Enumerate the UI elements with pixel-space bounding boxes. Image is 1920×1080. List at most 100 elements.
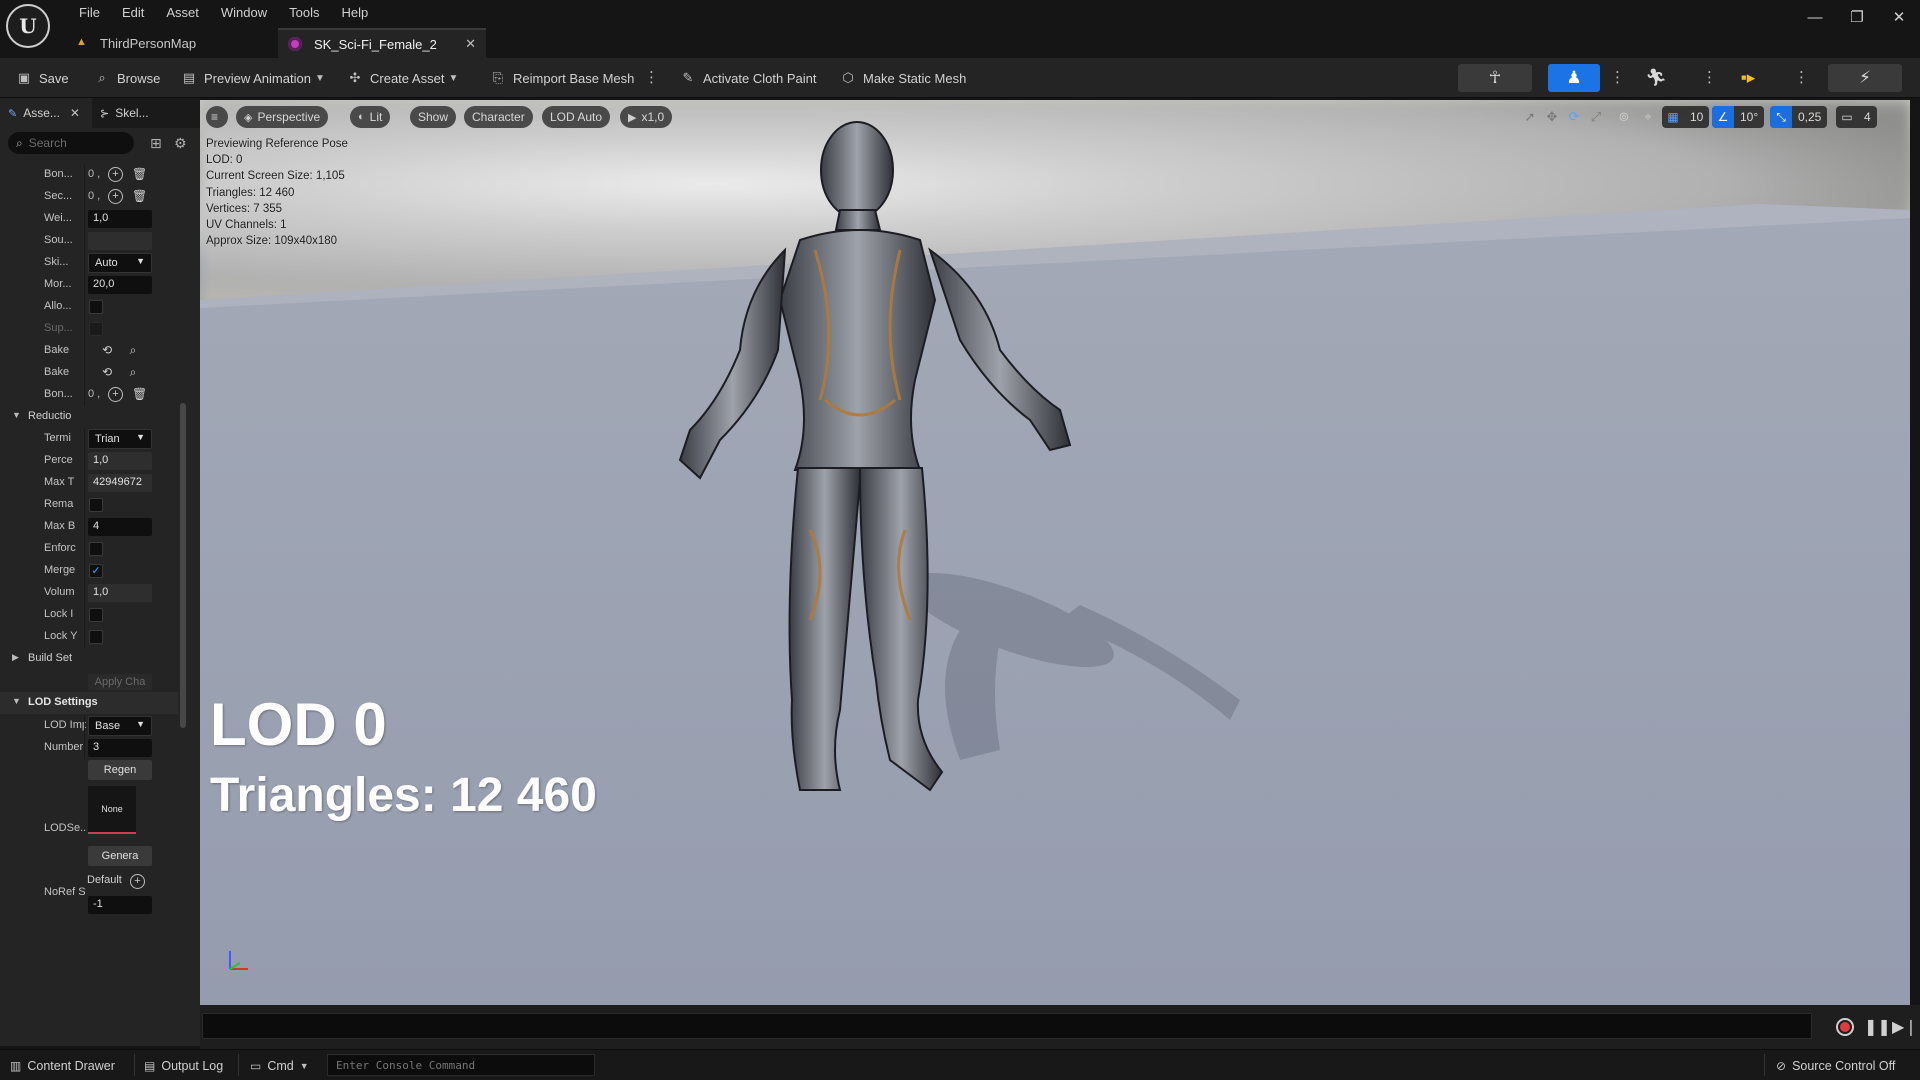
category-reduction[interactable]: ▼ Reductio [0,406,178,428]
allow-checkbox[interactable] [89,300,103,314]
more-options-icon[interactable]: ⋮ [1702,68,1717,88]
step-forward-icon[interactable]: ▶❘ [1892,1017,1918,1037]
content-drawer-button[interactable]: ▥ Content Drawer [10,1050,115,1080]
tab-skeleton-tree[interactable]: ⊱ Skel... [92,98,157,128]
move-icon[interactable]: ✥ [1542,107,1562,127]
close-tab-icon[interactable]: ✕ [465,36,476,52]
close-icon[interactable]: ✕ [70,106,80,120]
search-input[interactable]: ⌕ Search [8,132,134,154]
gear-icon[interactable]: ⚙ [174,135,187,152]
tab-skeletal-mesh[interactable]: SK_Sci-Fi_Female_2 ✕ [278,28,486,58]
more-options-icon[interactable]: ⋮ [644,68,659,88]
record-button[interactable] [1836,1018,1854,1036]
percent-field[interactable]: 1,0 [88,452,152,470]
property-row-enforce: Enforc [0,538,178,560]
skeleton-mode-button[interactable]: ☥ [1458,64,1532,92]
lod-import-combo[interactable]: Base ▼ [88,716,152,736]
remap-checkbox[interactable] [89,498,103,512]
category-lod-settings[interactable]: ▼ LOD Settings [0,692,178,714]
viewport-toolbar: ≡ ◈ Perspective ◐ Lit Show Character LOD A… [200,100,1910,134]
activate-cloth-paint-button[interactable]: ✎ Activate Cloth Paint [680,58,817,98]
enforce-checkbox[interactable] [89,542,103,556]
blueprint-mode-button[interactable]: ▪▸ [1722,64,1774,92]
max-triangles-field[interactable]: 42949672 [88,474,152,492]
number-of-lods-field[interactable]: 3 [88,739,152,757]
add-element-icon[interactable]: + [108,189,123,204]
timeline-track[interactable] [202,1013,1812,1039]
browse-asset-icon[interactable]: ⌕ [126,365,140,380]
perspective-button[interactable]: ◈ Perspective [236,106,329,128]
viewport-menu-button[interactable]: ≡ [206,106,228,128]
menu-file[interactable]: File [68,5,111,20]
skeletal-mesh-mode-button[interactable]: ♟ [1548,64,1600,92]
trash-icon[interactable]: 🗑︎ [132,167,147,182]
add-element-icon[interactable]: + [108,167,123,182]
browse-button[interactable]: ⌕ Browse [94,58,160,98]
apply-changes-button[interactable]: Apply Cha [88,674,152,690]
surface-snap-icon[interactable]: ⌖ [1638,107,1658,127]
make-static-mesh-button[interactable]: ⬡ Make Static Mesh [840,58,966,98]
character-button[interactable]: Character [464,106,533,128]
scale-snap-group[interactable]: ⤡ 0,25 [1770,106,1828,128]
tab-third-person-map[interactable]: ▲ ThirdPersonMap [66,28,276,58]
reimport-base-mesh-button[interactable]: ⎘ Reimport Base Mesh [490,58,635,98]
morph-field[interactable]: 20,0 [88,276,152,294]
grid-snap-group[interactable]: ▦ 10 [1662,106,1710,128]
lod-auto-button[interactable]: LOD Auto [542,106,611,128]
console-command-input[interactable] [327,1054,595,1076]
lit-label: Lit [369,110,383,124]
output-log-button[interactable]: ▤ Output Log [144,1050,223,1080]
unreal-logo-icon[interactable]: U [6,4,50,48]
table-view-icon[interactable]: ⊞ [150,135,162,152]
menu-tools[interactable]: Tools [278,5,330,20]
physics-mode-button[interactable]: ⚡︎ [1828,64,1902,92]
menu-window[interactable]: Window [210,5,278,20]
noref-field[interactable]: -1 [88,896,152,914]
add-element-icon[interactable]: + [130,874,145,889]
camera-speed-group[interactable]: ▭ 4 [1836,106,1877,128]
volume-field[interactable]: 1,0 [88,584,152,602]
max-bones-field[interactable]: 4 [88,518,152,536]
animation-mode-button[interactable]: 🏃︎ [1630,64,1682,92]
asset-thumbnail[interactable]: None [88,786,136,834]
playback-speed-button[interactable]: ▶ x1,0 [620,106,673,128]
select-cursor-icon[interactable]: ➚ [1520,107,1540,127]
more-options-icon[interactable]: ⋮ [1610,68,1625,88]
menu-help[interactable]: Help [330,5,379,20]
world-local-icon[interactable]: ⊚ [1614,107,1634,127]
save-button[interactable]: ▣ Save [16,58,69,98]
show-button[interactable]: Show [410,106,457,128]
trash-icon[interactable]: 🗑︎ [132,387,147,402]
termination-combo[interactable]: Trian ▼ [88,429,152,449]
source-control-button[interactable]: ⊘ Source Control Off [1776,1050,1895,1080]
pause-icon[interactable]: ❚❚ [1864,1017,1891,1037]
merge-checkbox[interactable]: ✓ [89,564,103,578]
category-build-settings[interactable]: ▶ Build Set [0,648,178,670]
content-drawer-icon: ▥ [10,1058,22,1073]
browse-asset-icon[interactable]: ⌕ [126,343,140,358]
source-field[interactable] [88,232,152,250]
lock-checkbox[interactable] [89,608,103,622]
more-options-icon[interactable]: ⋮ [1794,68,1809,88]
generate-button[interactable]: Genera [88,846,152,866]
tab-asset-details[interactable]: ✎ Asse... ✕ [0,98,92,128]
lock-checkbox[interactable] [89,630,103,644]
preview-animation-button[interactable]: ▤ Preview Animation ▼ [181,58,325,98]
angle-snap-group[interactable]: ∠ 10° [1712,106,1765,128]
rotate-icon[interactable]: ⟳ [1564,107,1584,127]
lit-button[interactable]: ◐ Lit [350,106,391,128]
cmd-dropdown[interactable]: ▭ Cmd ▼ [250,1050,315,1080]
trash-icon[interactable]: 🗑︎ [132,189,147,204]
menu-asset[interactable]: Asset [155,5,210,20]
add-element-icon[interactable]: + [108,387,123,402]
scale-icon[interactable]: ⤢ [1586,107,1606,127]
details-scrollbar[interactable] [180,403,186,728]
weight-field[interactable]: 1,0 [88,210,152,228]
skin-combo[interactable]: Auto ▼ [88,253,152,273]
preview-viewport[interactable]: ≡ ◈ Perspective ◐ Lit Show Character LOD A… [200,100,1910,1005]
menu-edit[interactable]: Edit [111,5,155,20]
reset-arrow-icon[interactable]: ⟲ [100,343,114,358]
regenerate-button[interactable]: Regen [88,760,152,780]
reset-arrow-icon[interactable]: ⟲ [100,365,114,380]
create-asset-button[interactable]: ✣ Create Asset ▼ [347,58,459,98]
